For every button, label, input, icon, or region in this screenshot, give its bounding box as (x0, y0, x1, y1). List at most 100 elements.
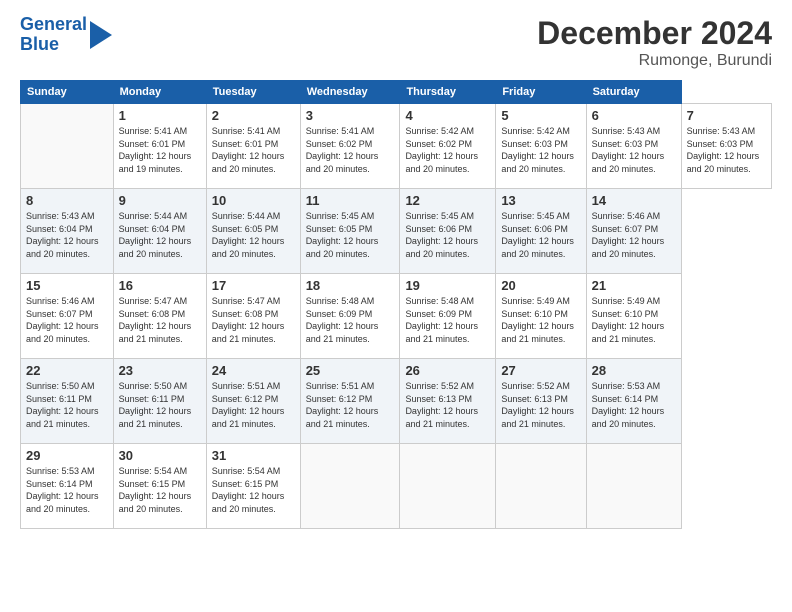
day-info: Sunrise: 5:42 AMSunset: 6:03 PMDaylight:… (501, 125, 580, 175)
calendar-cell: 4 Sunrise: 5:42 AMSunset: 6:02 PMDaylight… (400, 104, 496, 189)
day-info: Sunrise: 5:50 AMSunset: 6:11 PMDaylight:… (26, 380, 108, 430)
day-info: Sunrise: 5:53 AMSunset: 6:14 PMDaylight:… (26, 465, 108, 515)
day-info: Sunrise: 5:44 AMSunset: 6:05 PMDaylight:… (212, 210, 295, 260)
day-info: Sunrise: 5:47 AMSunset: 6:08 PMDaylight:… (212, 295, 295, 345)
day-info: Sunrise: 5:48 AMSunset: 6:09 PMDaylight:… (306, 295, 395, 345)
day-number: 11 (306, 193, 395, 208)
day-info: Sunrise: 5:43 AMSunset: 6:04 PMDaylight:… (26, 210, 108, 260)
day-info: Sunrise: 5:45 AMSunset: 6:06 PMDaylight:… (405, 210, 490, 260)
day-number: 31 (212, 448, 295, 463)
header-sunday: Sunday (21, 81, 114, 104)
day-info: Sunrise: 5:49 AMSunset: 6:10 PMDaylight:… (501, 295, 580, 345)
day-number: 21 (592, 278, 676, 293)
day-number: 6 (592, 108, 676, 123)
day-info: Sunrise: 5:46 AMSunset: 6:07 PMDaylight:… (592, 210, 676, 260)
day-number: 15 (26, 278, 108, 293)
calendar-cell: 2 Sunrise: 5:41 AMSunset: 6:01 PMDaylight… (206, 104, 300, 189)
calendar-cell: 5Sunrise: 5:42 AMSunset: 6:03 PMDaylight… (496, 104, 586, 189)
calendar-cell: 28 Sunrise: 5:53 AMSunset: 6:14 PMDayligh… (586, 359, 681, 444)
day-info: Sunrise: 5:41 AMSunset: 6:01 PMDaylight:… (119, 125, 201, 175)
calendar-cell: 11 Sunrise: 5:45 AMSunset: 6:05 PMDayligh… (300, 189, 400, 274)
calendar-cell: 24 Sunrise: 5:51 AMSunset: 6:12 PMDayligh… (206, 359, 300, 444)
logo: General Blue (20, 15, 112, 55)
header-monday: Monday (113, 81, 206, 104)
day-info: Sunrise: 5:42 AMSunset: 6:02 PMDaylight:… (405, 125, 490, 175)
logo-line2: Blue (20, 35, 87, 55)
header-wednesday: Wednesday (300, 81, 400, 104)
calendar-cell: 21 Sunrise: 5:49 AMSunset: 6:10 PMDayligh… (586, 274, 681, 359)
header-saturday: Saturday (586, 81, 681, 104)
day-number: 16 (119, 278, 201, 293)
calendar-cell: 9Sunrise: 5:44 AMSunset: 6:04 PMDaylight… (113, 189, 206, 274)
calendar-cell (21, 104, 114, 189)
header-thursday: Thursday (400, 81, 496, 104)
calendar-cell: 20 Sunrise: 5:49 AMSunset: 6:10 PMDayligh… (496, 274, 586, 359)
day-number: 4 (405, 108, 490, 123)
calendar-cell: 12 Sunrise: 5:45 AMSunset: 6:06 PMDayligh… (400, 189, 496, 274)
day-number: 18 (306, 278, 395, 293)
day-info: Sunrise: 5:54 AMSunset: 6:15 PMDaylight:… (212, 465, 295, 515)
day-number: 28 (592, 363, 676, 378)
day-number: 12 (405, 193, 490, 208)
day-number: 2 (212, 108, 295, 123)
calendar-cell: 14Sunrise: 5:46 AMSunset: 6:07 PMDayligh… (586, 189, 681, 274)
calendar-cell (496, 444, 586, 529)
day-info: Sunrise: 5:47 AMSunset: 6:08 PMDaylight:… (119, 295, 201, 345)
calendar-table: Sunday Monday Tuesday Wednesday Thursday… (20, 80, 772, 529)
calendar-cell: 6Sunrise: 5:43 AMSunset: 6:03 PMDaylight… (586, 104, 681, 189)
day-info: Sunrise: 5:48 AMSunset: 6:09 PMDaylight:… (405, 295, 490, 345)
header-tuesday: Tuesday (206, 81, 300, 104)
calendar-cell: 19 Sunrise: 5:48 AMSunset: 6:09 PMDayligh… (400, 274, 496, 359)
calendar-cell: 16 Sunrise: 5:47 AMSunset: 6:08 PMDayligh… (113, 274, 206, 359)
day-info: Sunrise: 5:46 AMSunset: 6:07 PMDaylight:… (26, 295, 108, 345)
day-info: Sunrise: 5:52 AMSunset: 6:13 PMDaylight:… (405, 380, 490, 430)
day-info: Sunrise: 5:51 AMSunset: 6:12 PMDaylight:… (212, 380, 295, 430)
day-info: Sunrise: 5:44 AMSunset: 6:04 PMDaylight:… (119, 210, 201, 260)
day-info: Sunrise: 5:45 AMSunset: 6:05 PMDaylight:… (306, 210, 395, 260)
calendar-cell: 7Sunrise: 5:43 AMSunset: 6:03 PMDaylight… (681, 104, 771, 189)
day-number: 19 (405, 278, 490, 293)
calendar-cell (400, 444, 496, 529)
day-number: 30 (119, 448, 201, 463)
day-number: 8 (26, 193, 108, 208)
day-info: Sunrise: 5:53 AMSunset: 6:14 PMDaylight:… (592, 380, 676, 430)
day-number: 10 (212, 193, 295, 208)
calendar-cell: 27 Sunrise: 5:52 AMSunset: 6:13 PMDayligh… (496, 359, 586, 444)
main-title: December 2024 (537, 15, 772, 52)
calendar-cell: 29 Sunrise: 5:53 AMSunset: 6:14 PMDayligh… (21, 444, 114, 529)
day-number: 29 (26, 448, 108, 463)
day-number: 23 (119, 363, 201, 378)
calendar-cell: 22 Sunrise: 5:50 AMSunset: 6:11 PMDayligh… (21, 359, 114, 444)
calendar-week-1: 1 Sunrise: 5:41 AMSunset: 6:01 PMDaylight… (21, 104, 772, 189)
header-friday: Friday (496, 81, 586, 104)
day-number: 17 (212, 278, 295, 293)
calendar-week-3: 15 Sunrise: 5:46 AMSunset: 6:07 PMDayligh… (21, 274, 772, 359)
day-info: Sunrise: 5:45 AMSunset: 6:06 PMDaylight:… (501, 210, 580, 260)
day-info: Sunrise: 5:49 AMSunset: 6:10 PMDaylight:… (592, 295, 676, 345)
calendar-cell: 25 Sunrise: 5:51 AMSunset: 6:12 PMDayligh… (300, 359, 400, 444)
day-number: 25 (306, 363, 395, 378)
calendar-cell: 1 Sunrise: 5:41 AMSunset: 6:01 PMDaylight… (113, 104, 206, 189)
calendar-header-row: Sunday Monday Tuesday Wednesday Thursday… (21, 81, 772, 104)
day-number: 27 (501, 363, 580, 378)
day-info: Sunrise: 5:41 AMSunset: 6:01 PMDaylight:… (212, 125, 295, 175)
calendar-cell (300, 444, 400, 529)
calendar-cell: 8 Sunrise: 5:43 AMSunset: 6:04 PMDaylight… (21, 189, 114, 274)
calendar-cell: 10 Sunrise: 5:44 AMSunset: 6:05 PMDayligh… (206, 189, 300, 274)
calendar-cell (586, 444, 681, 529)
calendar-week-4: 22 Sunrise: 5:50 AMSunset: 6:11 PMDayligh… (21, 359, 772, 444)
calendar-cell: 3Sunrise: 5:41 AMSunset: 6:02 PMDaylight… (300, 104, 400, 189)
calendar-cell: 15 Sunrise: 5:46 AMSunset: 6:07 PMDayligh… (21, 274, 114, 359)
day-number: 3 (306, 108, 395, 123)
logo-icon (90, 21, 112, 49)
calendar-cell: 13 Sunrise: 5:45 AMSunset: 6:06 PMDayligh… (496, 189, 586, 274)
day-info: Sunrise: 5:51 AMSunset: 6:12 PMDaylight:… (306, 380, 395, 430)
day-number: 1 (119, 108, 201, 123)
day-info: Sunrise: 5:52 AMSunset: 6:13 PMDaylight:… (501, 380, 580, 430)
day-info: Sunrise: 5:54 AMSunset: 6:15 PMDaylight:… (119, 465, 201, 515)
day-number: 22 (26, 363, 108, 378)
day-number: 13 (501, 193, 580, 208)
day-info: Sunrise: 5:43 AMSunset: 6:03 PMDaylight:… (687, 125, 766, 175)
day-number: 24 (212, 363, 295, 378)
day-number: 20 (501, 278, 580, 293)
